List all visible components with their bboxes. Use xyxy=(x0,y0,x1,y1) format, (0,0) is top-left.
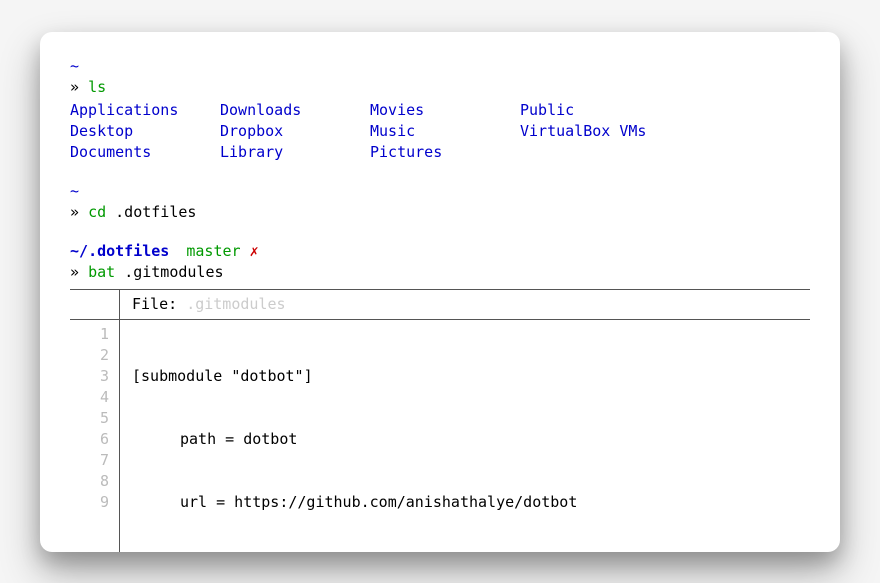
command-arg: .gitmodules xyxy=(124,263,223,281)
terminal-window[interactable]: ~ » ls Applications Downloads Movies Pub… xyxy=(40,32,840,552)
cwd-indicator: ~ xyxy=(70,182,79,200)
line-number: 1 xyxy=(70,324,109,345)
line-number: 7 xyxy=(70,450,109,471)
bat-file-content: [submodule "dotbot"] path = dotbot url =… xyxy=(120,320,671,552)
bat-gutter-header xyxy=(70,290,120,319)
bat-file-header: File: .gitmodules xyxy=(120,290,298,319)
git-dirty-icon: ✗ xyxy=(250,242,259,260)
dir-entry: Library xyxy=(220,142,370,163)
dir-entry: Downloads xyxy=(220,100,370,121)
ls-output: Applications Downloads Movies Public Des… xyxy=(70,100,810,163)
dir-entry: Music xyxy=(370,121,520,142)
dir-entry: Applications xyxy=(70,100,220,121)
command-block-1: ~ » ls Applications Downloads Movies Pub… xyxy=(70,56,810,163)
file-line: [submodule "dotbot"] xyxy=(132,366,659,387)
file-line: path = dotbot xyxy=(132,429,659,450)
command-block-2: ~ » cd .dotfiles xyxy=(70,181,810,223)
command-ls: ls xyxy=(88,78,106,96)
line-number: 4 xyxy=(70,387,109,408)
dir-entry xyxy=(520,142,670,163)
dir-entry: Dropbox xyxy=(220,121,370,142)
dir-entry: Desktop xyxy=(70,121,220,142)
bat-filename: .gitmodules xyxy=(186,295,285,313)
line-number: 9 xyxy=(70,492,109,513)
prompt-arrow: » xyxy=(70,78,79,96)
dir-entry: Documents xyxy=(70,142,220,163)
bat-output: File: .gitmodules 1 2 3 4 5 6 7 8 9 [sub… xyxy=(70,289,810,552)
dir-entry: Public xyxy=(520,100,670,121)
cwd-prefix: ~/ xyxy=(70,242,88,260)
prompt-arrow: » xyxy=(70,263,79,281)
line-number: 8 xyxy=(70,471,109,492)
line-number: 2 xyxy=(70,345,109,366)
command-block-3: ~/.dotfiles master ✗ » bat .gitmodules xyxy=(70,241,810,283)
dir-entry: Pictures xyxy=(370,142,520,163)
command-arg: .dotfiles xyxy=(115,203,196,221)
cwd-indicator: ~ xyxy=(70,57,79,75)
command-cd: cd xyxy=(88,203,106,221)
bat-file-label: File: xyxy=(132,295,177,313)
git-branch: master xyxy=(186,242,240,260)
command-bat: bat xyxy=(88,263,115,281)
prompt-arrow: » xyxy=(70,203,79,221)
line-number: 5 xyxy=(70,408,109,429)
line-number: 6 xyxy=(70,429,109,450)
dir-entry: Movies xyxy=(370,100,520,121)
cwd-highlight: .dotfiles xyxy=(88,242,169,260)
file-line: url = https://github.com/anishathalye/do… xyxy=(132,492,659,513)
line-number: 3 xyxy=(70,366,109,387)
bat-line-numbers: 1 2 3 4 5 6 7 8 9 xyxy=(70,320,120,552)
dir-entry: VirtualBox VMs xyxy=(520,121,670,142)
